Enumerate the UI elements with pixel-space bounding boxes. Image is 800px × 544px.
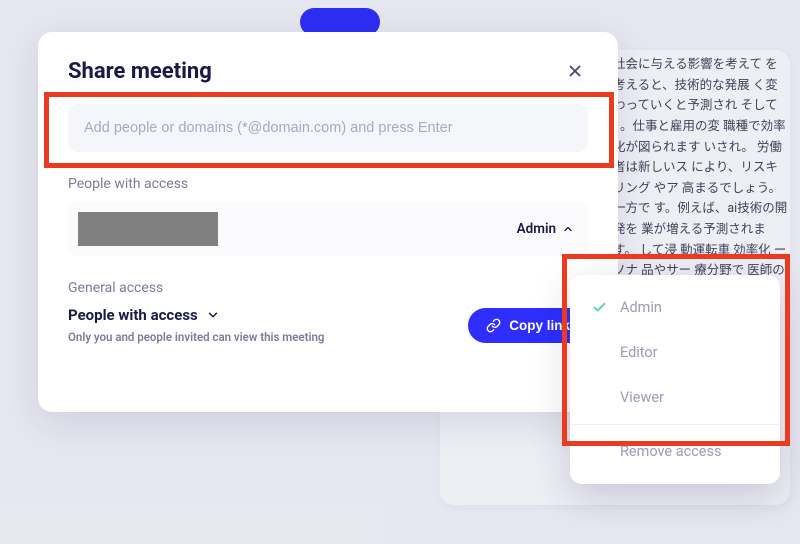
check-icon [592,300,608,315]
dropdown-separator [570,424,780,425]
modal-header: Share meeting [68,58,588,84]
add-people-input[interactable] [68,104,588,152]
role-option-label: Viewer [620,389,664,406]
avatar [78,212,218,246]
role-option-editor[interactable]: Editor [570,330,780,375]
close-icon [566,62,584,80]
role-toggle[interactable]: Admin [517,221,574,237]
people-with-access-label: People with access [68,176,588,192]
role-option-label: Admin [620,299,662,316]
role-option-admin[interactable]: Admin [570,285,780,330]
general-access-row: People with access Only you and people i… [68,306,588,344]
share-meeting-modal: Share meeting People with access Admin G… [38,32,618,412]
access-note: Only you and people invited can view thi… [68,330,324,344]
close-button[interactable] [562,58,588,84]
access-scope-label: People with access [68,306,198,324]
chevron-down-icon [206,308,220,322]
person-left [78,212,218,246]
role-option-label: Editor [620,344,658,361]
person-row: Admin [68,202,588,256]
role-dropdown: Admin Editor Viewer Remove access [570,275,780,484]
role-label: Admin [517,221,556,237]
link-icon [486,318,501,333]
role-option-label: Remove access [620,443,721,460]
general-access-label: General access [68,280,588,296]
copy-link-label: Copy link [509,318,570,333]
role-option-remove[interactable]: Remove access [570,429,780,474]
add-people-wrap [68,104,588,152]
modal-title: Share meeting [68,59,212,84]
chevron-up-icon [562,223,574,235]
access-scope-toggle[interactable]: People with access [68,306,324,324]
role-option-viewer[interactable]: Viewer [570,375,780,420]
